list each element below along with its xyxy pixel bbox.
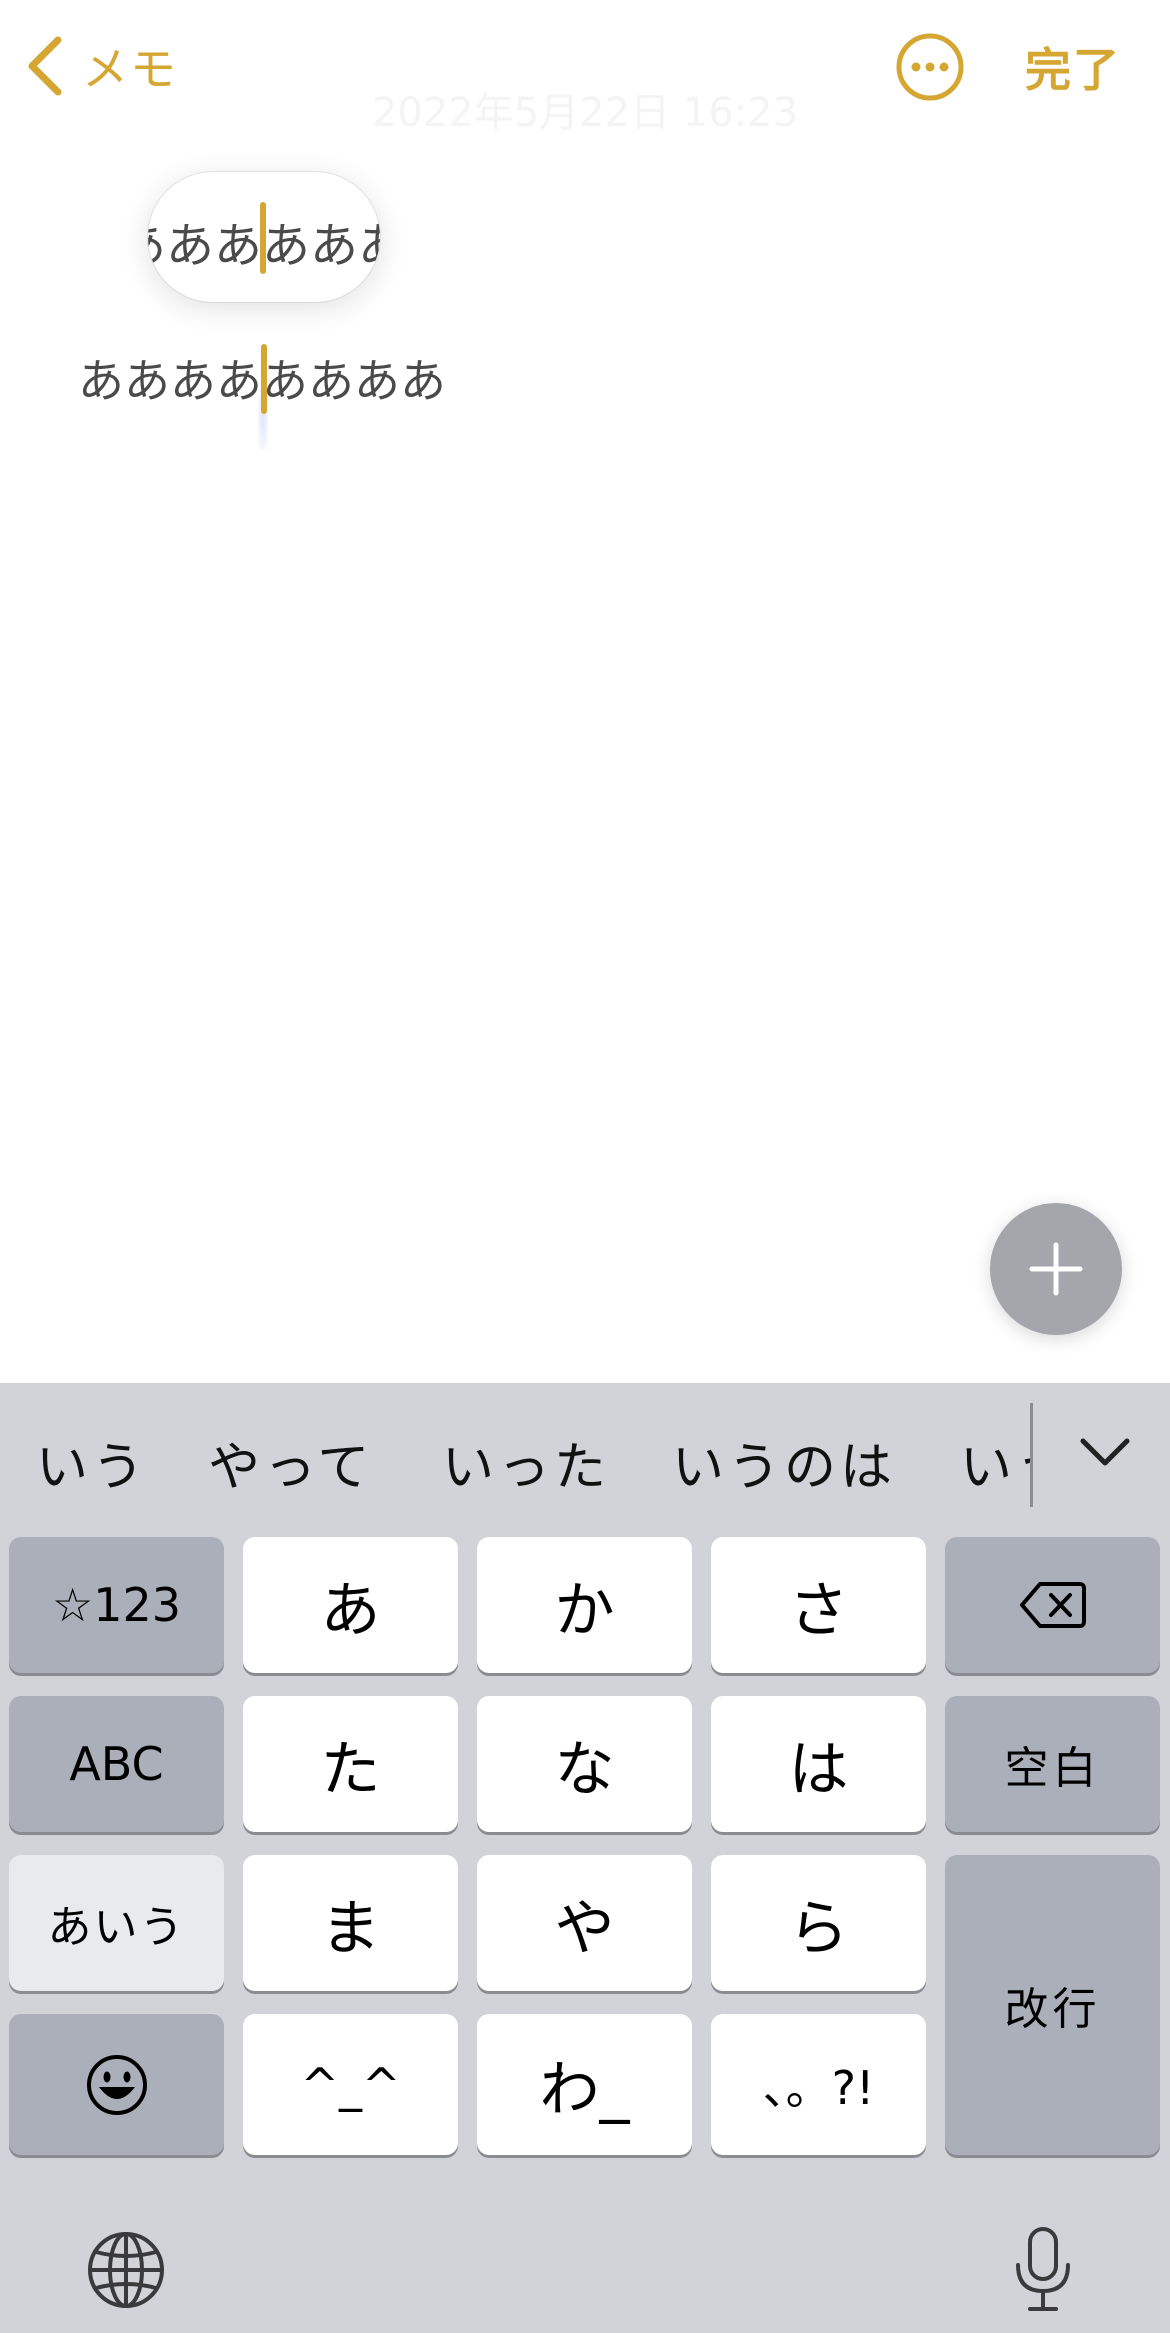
emoji-face-icon (86, 2054, 147, 2115)
key-ka[interactable]: か (477, 1537, 692, 1673)
key-na[interactable]: な (477, 1696, 692, 1832)
prediction-item[interactable]: いう (36, 1425, 148, 1500)
magnifier-loupe: あああああああ (148, 172, 380, 302)
text-cursor (261, 344, 267, 414)
globe-icon[interactable] (86, 2230, 166, 2310)
emoji-key[interactable] (9, 2014, 224, 2155)
microphone-icon[interactable] (1010, 2225, 1076, 2315)
punctuation-key[interactable]: 、。?! (711, 2014, 926, 2155)
key-ma[interactable]: ま (243, 1855, 458, 1991)
prediction-bar: いう やって いった いうのは いう (0, 1383, 1170, 1533)
return-key[interactable]: 改行 (945, 1855, 1160, 2155)
prediction-item[interactable]: やって (208, 1425, 373, 1500)
key-ya[interactable]: や (477, 1855, 692, 1991)
key-ra[interactable]: ら (711, 1855, 926, 1991)
plus-icon (1029, 1242, 1083, 1296)
keyboard: いう やって いった いうのは いう ☆123 あ か さ ABC た な は … (0, 1383, 1170, 2333)
prediction-overflow: いう (950, 1383, 1030, 1533)
loupe-cursor (260, 202, 266, 274)
prediction-item[interactable]: いうのは (672, 1425, 896, 1500)
numbers-key[interactable]: ☆123 (9, 1537, 224, 1673)
kana-key[interactable]: あいう (9, 1855, 224, 1991)
abc-key[interactable]: ABC (9, 1696, 224, 1832)
prediction-item[interactable]: いう (960, 1425, 1030, 1500)
key-a[interactable]: あ (243, 1537, 458, 1673)
prediction-divider (1030, 1403, 1033, 1507)
chevron-down-icon[interactable] (1075, 1423, 1135, 1483)
delete-backward-icon (1019, 1582, 1086, 1628)
key-ta[interactable]: た (243, 1696, 458, 1832)
space-key[interactable]: 空白 (945, 1696, 1160, 1832)
key-ha[interactable]: は (711, 1696, 926, 1832)
note-date: 2022年5月22日 16:23 (371, 90, 799, 136)
add-button[interactable] (990, 1203, 1122, 1335)
key-wa[interactable]: わ_ (477, 2014, 692, 2155)
kaomoji-key[interactable]: ^_^ (243, 2014, 458, 2155)
key-sa[interactable]: さ (711, 1537, 926, 1673)
delete-key[interactable] (945, 1537, 1160, 1673)
prediction-item[interactable]: いった (442, 1425, 610, 1500)
